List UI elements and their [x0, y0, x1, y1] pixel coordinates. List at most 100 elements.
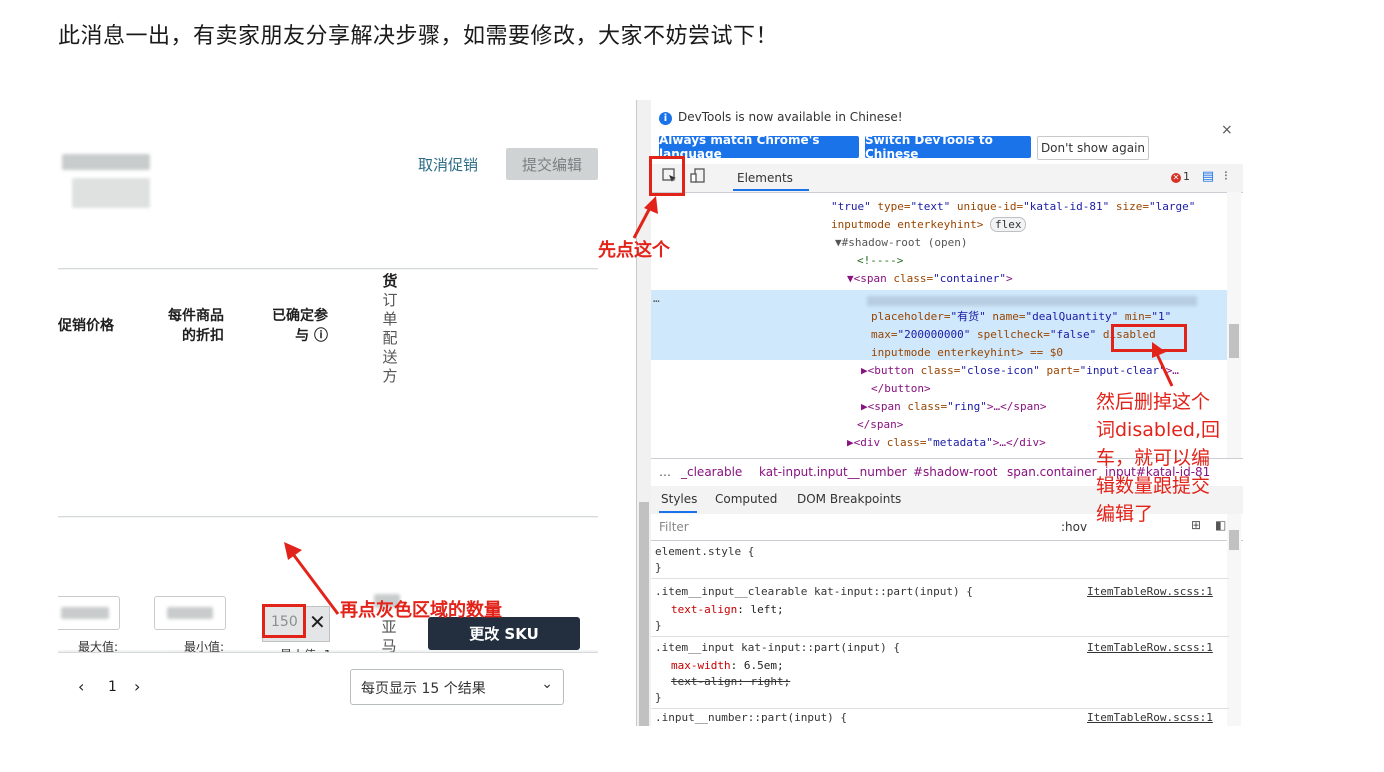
- cancel-promotion-link[interactable]: 取消促销: [418, 154, 478, 175]
- pagination: ‹ 1 › 每页显示 15 个结果 ⌄: [58, 652, 598, 726]
- blurred-text: [62, 154, 150, 170]
- header-char: 货: [382, 272, 398, 290]
- issues-icon[interactable]: ▤: [1199, 168, 1217, 186]
- style-declaration-overridden[interactable]: text-align: right;: [671, 674, 790, 690]
- tab-styles[interactable]: Styles: [661, 492, 697, 506]
- error-icon: ✕: [1171, 173, 1181, 183]
- info-icon: i: [659, 112, 672, 125]
- more-icon[interactable]: ⁝: [1217, 168, 1235, 186]
- header-line: 已确定参: [272, 308, 328, 324]
- header-line: 的折扣: [182, 328, 224, 344]
- style-declaration[interactable]: text-align: left;: [671, 602, 784, 618]
- style-source-link[interactable]: ItemTableRow.scss:1: [1087, 584, 1213, 600]
- code-line[interactable]: "true" type="text" unique-id="katal-id-8…: [831, 198, 1195, 216]
- styles-scrollbar[interactable]: [1227, 514, 1241, 726]
- breadcrumb-item[interactable]: …: [659, 465, 671, 479]
- discount-input[interactable]: [154, 596, 226, 630]
- code-line[interactable]: </span>: [857, 416, 903, 434]
- device-toolbar-icon[interactable]: [689, 168, 707, 186]
- annotation-step3: 然后删掉这个 词disabled,回 车，就可以编 辑数量跟提交 编辑了: [1096, 388, 1220, 528]
- page-number[interactable]: 1: [108, 679, 117, 695]
- error-counter[interactable]: ✕ 1: [1171, 170, 1190, 183]
- header-char: 订: [382, 291, 398, 309]
- annotation-arrow-step1: [632, 196, 658, 239]
- header-line: 与 ⓘ: [295, 328, 328, 344]
- blurred-value: [167, 607, 213, 619]
- code-line[interactable]: ▶<button class="close-icon" part="input-…: [861, 362, 1179, 380]
- highlight-box: [649, 156, 685, 196]
- style-rule-end: }: [655, 691, 662, 704]
- per-page-value: 每页显示 15 个结果: [361, 681, 486, 697]
- style-source-link[interactable]: ItemTableRow.scss:1: [1087, 710, 1213, 726]
- header-char: 方: [382, 367, 398, 385]
- style-rule-end: }: [655, 619, 662, 632]
- tab-dom-breakpoints[interactable]: DOM Breakpoints: [797, 492, 901, 506]
- shadow-root-node[interactable]: ▼#shadow-root (open): [835, 234, 967, 252]
- match-language-button[interactable]: Always match Chrome's language: [659, 133, 859, 161]
- code-line[interactable]: ▼<span class="container">: [847, 270, 1013, 288]
- annotation-step2: 再点灰色区域的数量: [340, 600, 502, 621]
- style-rule-selector[interactable]: element.style {: [655, 544, 754, 560]
- scrollbar-thumb[interactable]: [1229, 530, 1239, 550]
- error-count: 1: [1183, 170, 1190, 183]
- column-header-discount: 每件商品 的折扣: [168, 306, 224, 346]
- filter-input[interactable]: Filter: [659, 520, 689, 534]
- blurred-value: [61, 607, 109, 619]
- tab-elements[interactable]: Elements: [737, 171, 793, 185]
- style-rule-selector[interactable]: .item__input__clearable kat-input::part(…: [655, 584, 973, 600]
- breadcrumb-item[interactable]: kat-input.input__number: [759, 465, 907, 479]
- close-icon[interactable]: ×: [1221, 122, 1233, 138]
- divider: [651, 578, 1229, 579]
- node-menu-icon[interactable]: …: [653, 290, 660, 308]
- code-line[interactable]: ▶<span class="ring">…</span>: [861, 398, 1046, 416]
- code-line[interactable]: inputmode enterkeyhint> == $0: [871, 344, 1063, 362]
- annotation-line: 然后删掉这个: [1096, 391, 1211, 413]
- annotation-line: 词disabled,回: [1096, 419, 1221, 441]
- flex-badge[interactable]: flex: [989, 217, 1027, 232]
- style-rule-selector[interactable]: .item__input kat-input::part(input) {: [655, 640, 900, 656]
- annotation-line: 编辑了: [1096, 503, 1154, 525]
- code-line[interactable]: ▶<div class="metadata">…</div>: [847, 434, 1046, 452]
- blurred-text: [72, 178, 150, 208]
- header-char: 送: [382, 348, 398, 366]
- language-notice: i DevTools is now available in Chinese!: [659, 110, 903, 125]
- style-rule-selector[interactable]: .input__number::part(input) {: [655, 710, 847, 726]
- style-rule-end: }: [655, 561, 662, 574]
- header-char: 单: [382, 310, 398, 328]
- divider: [651, 708, 1229, 709]
- notice-text: DevTools is now available in Chinese!: [678, 110, 903, 124]
- table-header: 促销价格 每件商品 的折扣 已确定参 与 ⓘ 货 订 单 配 送 方: [58, 270, 598, 517]
- article-heading: 此消息一出，有卖家朋友分享解决步骤，如需要修改，大家不妨尝试下！: [58, 24, 779, 49]
- next-page-icon[interactable]: ›: [134, 677, 140, 696]
- breadcrumb-item[interactable]: _clearable: [681, 465, 742, 479]
- style-source-link[interactable]: ItemTableRow.scss:1: [1087, 640, 1213, 656]
- code-line[interactable]: inputmode enterkeyhint> flex: [831, 216, 1027, 234]
- column-header-confirmed: 已确定参 与 ⓘ: [272, 306, 328, 346]
- styles-pane: element.style { } .item__input__clearabl…: [651, 540, 1229, 726]
- switch-chinese-button[interactable]: Switch DevTools to Chinese: [865, 133, 1031, 161]
- header-char: 配: [382, 329, 398, 347]
- code-line[interactable]: </button>: [871, 380, 931, 398]
- annotation-line: 辑数量跟提交: [1096, 475, 1211, 497]
- breadcrumb-item[interactable]: span.container: [1007, 465, 1097, 479]
- comment-node[interactable]: <!---->: [857, 252, 903, 270]
- breadcrumb-item[interactable]: #shadow-root: [913, 465, 997, 479]
- active-tab-indicator: [659, 511, 697, 513]
- chevron-down-icon: ⌄: [541, 676, 553, 692]
- scrollbar-thumb[interactable]: [1229, 324, 1239, 358]
- elements-scrollbar[interactable]: [1227, 192, 1241, 458]
- header-line: 每件商品: [168, 308, 224, 324]
- divider: [651, 636, 1229, 637]
- price-input[interactable]: [58, 596, 120, 630]
- dont-show-button[interactable]: Don't show again: [1037, 136, 1149, 160]
- devtools-tabbar: Elements ✕ 1 ▤ ⁝: [651, 164, 1243, 193]
- prev-page-icon[interactable]: ‹: [78, 677, 84, 696]
- per-page-select[interactable]: 每页显示 15 个结果 ⌄: [350, 669, 564, 705]
- hover-state-toggle[interactable]: :hov: [1061, 520, 1087, 534]
- tab-computed[interactable]: Computed: [715, 492, 777, 506]
- submit-edit-button[interactable]: 提交编辑: [506, 148, 598, 180]
- scrollbar-thumb[interactable]: [639, 502, 649, 726]
- blurred-code: [867, 296, 1197, 306]
- style-declaration[interactable]: max-width: 6.5em;: [671, 658, 784, 674]
- column-header-fulfillment: 货 订 单 配 送 方: [380, 272, 400, 386]
